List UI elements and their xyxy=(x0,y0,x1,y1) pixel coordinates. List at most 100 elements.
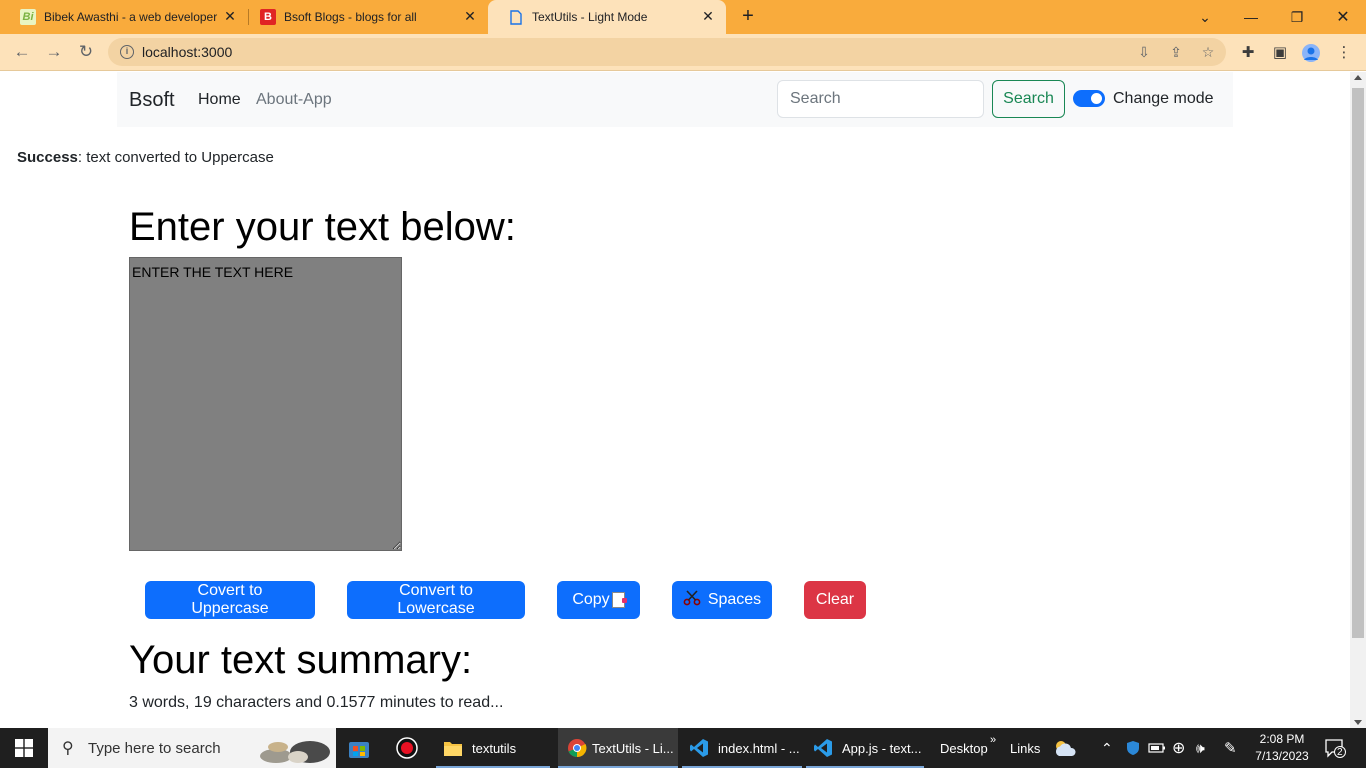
tab-title: Bsoft Blogs - blogs for all xyxy=(284,10,417,24)
minimize-icon[interactable]: — xyxy=(1228,0,1274,34)
folder-icon xyxy=(442,737,464,759)
bookmark-star-icon[interactable]: ☆ xyxy=(1200,44,1216,60)
share-icon[interactable]: ⇪ xyxy=(1168,44,1184,60)
weather-icon[interactable] xyxy=(1052,728,1078,768)
search-button[interactable]: Search xyxy=(992,80,1065,118)
tab-title: Bibek Awasthi - a web developer xyxy=(44,10,218,24)
taskbar-app-label: TextUtils - Li... xyxy=(592,740,674,756)
extensions-icon[interactable]: ✚ xyxy=(1238,43,1258,63)
taskbar-app-vscode-app[interactable]: App.js - text... xyxy=(806,728,924,768)
taskbar-app-vscode-index[interactable]: index.html - ... xyxy=(682,728,802,768)
uppercase-button-label: Covert to Uppercase xyxy=(191,582,269,617)
profile-avatar[interactable] xyxy=(1301,43,1321,63)
browser-menu-icon[interactable]: ⋮ xyxy=(1334,43,1354,63)
vscode-icon xyxy=(812,737,834,759)
mode-toggle-switch[interactable] xyxy=(1073,90,1105,107)
toolbar-overflow-icon[interactable]: » xyxy=(990,720,996,760)
mode-toggle-label[interactable]: Change mode xyxy=(1113,90,1214,108)
network-globe-icon[interactable]: ⊕ xyxy=(1172,728,1185,768)
search-icon: ⚲ xyxy=(62,740,74,757)
spaces-button[interactable]: Spaces xyxy=(672,581,772,619)
browser-tab-strip: Bi Bibek Awasthi - a web developer ✕ B B… xyxy=(0,0,1366,34)
clear-button[interactable]: Clear xyxy=(804,581,866,619)
site-info-icon[interactable]: i xyxy=(120,45,134,59)
bsoft-favicon-icon: B xyxy=(260,9,276,25)
search-highlight-image xyxy=(260,741,330,763)
summary-text: 3 words, 19 characters and 0.1577 minute… xyxy=(129,694,504,711)
microsoft-store-icon[interactable] xyxy=(348,728,372,768)
notification-center-icon[interactable]: 2 xyxy=(1324,728,1346,768)
battery-icon[interactable] xyxy=(1148,728,1166,768)
notification-count: 2 xyxy=(1337,747,1343,758)
side-panel-icon[interactable]: ▣ xyxy=(1270,43,1290,63)
clipboard-icon xyxy=(611,592,627,608)
links-label: Links xyxy=(1010,740,1041,756)
close-tab-icon[interactable]: ✕ xyxy=(462,8,478,24)
copy-button[interactable]: Copy xyxy=(557,581,640,619)
tab-bibek-awasthi[interactable]: Bi Bibek Awasthi - a web developer ✕ xyxy=(0,0,248,34)
taskbar-clock[interactable]: 2:08 PM 7/13/2023 xyxy=(1248,731,1316,765)
vscode-icon xyxy=(688,737,710,759)
forward-icon[interactable]: → xyxy=(43,41,65,63)
page-heading: Enter your text below: xyxy=(129,205,516,249)
nav-link-home[interactable]: Home xyxy=(198,91,241,109)
install-app-icon[interactable]: ⇩ xyxy=(1136,44,1152,60)
close-window-icon[interactable]: ✕ xyxy=(1320,0,1366,34)
links-toolbar[interactable]: Links xyxy=(1010,728,1040,768)
scroll-down-icon[interactable] xyxy=(1354,720,1362,725)
taskbar-app-chrome[interactable]: TextUtils - Li... xyxy=(558,728,678,768)
show-hidden-icons-icon[interactable]: ⌃ xyxy=(1101,728,1113,768)
taskbar-app-label: textutils xyxy=(472,740,517,756)
lowercase-button[interactable]: Convert to Lowercase xyxy=(347,581,525,619)
volume-icon[interactable]: 🕪 xyxy=(1196,728,1205,768)
pen-workspace-icon[interactable]: ✎ xyxy=(1224,728,1237,768)
lowercase-button-label: Convert to Lowercase xyxy=(397,582,475,617)
uppercase-button[interactable]: Covert to Uppercase xyxy=(145,581,315,619)
search-input[interactable] xyxy=(777,80,984,118)
taskbar-search-box[interactable]: ⚲ Type here to search xyxy=(48,728,336,768)
alert-message: : text converted to Uppercase xyxy=(77,149,274,166)
close-tab-icon[interactable]: ✕ xyxy=(222,8,238,24)
taskbar-app-label: App.js - text... xyxy=(842,740,922,756)
security-shield-icon[interactable] xyxy=(1126,728,1140,768)
alert-type: Success xyxy=(17,149,78,166)
reload-icon[interactable]: ↻ xyxy=(75,41,97,63)
windows-taskbar: ⚲ Type here to search textutils TextUtil… xyxy=(0,728,1366,768)
new-tab-icon[interactable]: + xyxy=(738,6,758,26)
spaces-button-label: Spaces xyxy=(707,591,762,608)
browser-toolbar: ← → ↻ i localhost:3000 ⇩ ⇪ ☆ xyxy=(0,34,1366,71)
page-favicon-icon xyxy=(508,9,524,25)
taskbar-app-label: index.html - ... xyxy=(718,740,800,756)
success-alert: Success: text converted to Uppercase xyxy=(17,149,274,166)
windows-start-icon[interactable] xyxy=(0,728,48,768)
clear-button-label: Clear xyxy=(815,591,855,608)
tab-bsoft-blogs[interactable]: B Bsoft Blogs - blogs for all ✕ xyxy=(240,0,488,34)
bibek-favicon-icon: Bi xyxy=(20,9,36,25)
scroll-up-icon[interactable] xyxy=(1354,75,1362,80)
toggle-knob xyxy=(1091,93,1102,104)
scissors-icon xyxy=(683,589,701,612)
taskbar-search-placeholder: Type here to search xyxy=(88,740,221,757)
url-text[interactable]: localhost:3000 xyxy=(142,44,232,60)
nav-link-about[interactable]: About-App xyxy=(256,91,332,109)
restore-icon[interactable]: ❐ xyxy=(1274,0,1320,34)
scrollbar-thumb[interactable] xyxy=(1352,88,1364,638)
back-icon[interactable]: ← xyxy=(11,41,33,63)
brand-link[interactable]: Bsoft xyxy=(129,89,175,112)
clock-date: 7/13/2023 xyxy=(1255,749,1309,763)
page-viewport: Bsoft Home About-App Search Change mode … xyxy=(0,72,1350,728)
recorder-app-icon[interactable] xyxy=(396,728,420,768)
desktop-toolbar[interactable]: Desktop xyxy=(940,728,988,768)
tab-title: TextUtils - Light Mode xyxy=(532,10,648,24)
site-navbar: Bsoft Home About-App Search Change mode xyxy=(117,72,1233,127)
address-bar[interactable]: i localhost:3000 ⇩ ⇪ ☆ xyxy=(108,38,1226,66)
tab-textutils[interactable]: TextUtils - Light Mode ✕ xyxy=(488,0,726,34)
chrome-icon xyxy=(566,737,588,759)
taskbar-app-textutils-folder[interactable]: textutils xyxy=(436,728,550,768)
text-input-area[interactable]: ENTER THE TEXT HERE xyxy=(129,257,402,551)
page-scrollbar[interactable] xyxy=(1350,72,1366,728)
close-tab-icon[interactable]: ✕ xyxy=(700,8,716,24)
tab-search-icon[interactable]: ⌄ xyxy=(1182,0,1228,34)
summary-heading: Your text summary: xyxy=(129,638,473,682)
copy-button-label: Copy xyxy=(572,591,610,608)
